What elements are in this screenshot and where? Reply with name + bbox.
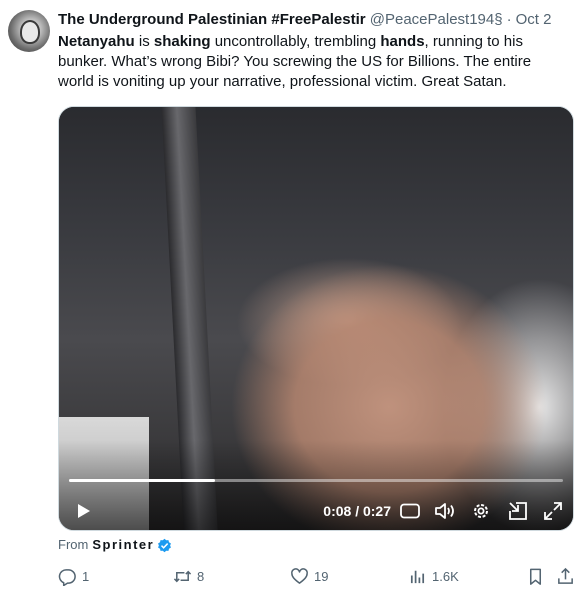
video-player[interactable]: 0:08 / 0:27 bbox=[58, 106, 574, 531]
captions-icon bbox=[400, 503, 420, 519]
source-prefix: From bbox=[58, 537, 89, 552]
source-app-link[interactable]: Sprinter bbox=[92, 536, 154, 554]
tweet-date[interactable]: Oct 2 bbox=[516, 11, 552, 28]
tweet-header: The Underground Palestinian #FreePalesti… bbox=[58, 10, 582, 30]
play-button[interactable] bbox=[71, 499, 95, 523]
settings-button[interactable] bbox=[469, 499, 493, 523]
video-progress-bar[interactable] bbox=[69, 479, 563, 482]
repost-button[interactable]: 8 bbox=[173, 565, 204, 587]
tweet-card: The Underground Palestinian #FreePalesti… bbox=[0, 0, 588, 595]
volume-icon bbox=[435, 503, 454, 519]
author-handle[interactable]: @PeacePalest194§ bbox=[370, 11, 503, 28]
gear-icon bbox=[474, 504, 488, 518]
source-attribution: From Sprinter bbox=[58, 536, 172, 554]
like-count: 19 bbox=[314, 568, 329, 584]
heart-icon bbox=[291, 567, 308, 584]
reply-icon bbox=[58, 568, 76, 586]
tweet-text-part: uncontrollably, trembling bbox=[210, 33, 381, 50]
captions-button[interactable] bbox=[399, 499, 421, 523]
tweet-actions: 1 8 19 1.6K bbox=[58, 565, 578, 587]
reply-button[interactable]: 1 bbox=[58, 565, 89, 587]
tweet-text: Netanyahu is shaking uncontrollably, tre… bbox=[58, 32, 568, 92]
tweet-text-part: is bbox=[134, 33, 154, 50]
repost-count: 8 bbox=[197, 568, 205, 584]
expand-icon bbox=[544, 502, 562, 520]
avatar[interactable] bbox=[8, 10, 50, 52]
bookmark-icon bbox=[529, 568, 542, 585]
avatar-face bbox=[20, 20, 40, 44]
author-name[interactable]: The Underground Palestinian #FreePalesti… bbox=[58, 11, 366, 28]
share-button[interactable] bbox=[556, 565, 580, 587]
views-count: 1.6K bbox=[432, 568, 459, 584]
play-icon bbox=[78, 504, 90, 518]
volume-button[interactable] bbox=[433, 499, 457, 523]
reply-count: 1 bbox=[82, 568, 90, 584]
tweet-text-part[interactable]: hands bbox=[380, 33, 424, 50]
fullscreen-button[interactable] bbox=[541, 499, 565, 523]
separator-dot: · bbox=[506, 11, 512, 28]
picture-in-picture-button[interactable] bbox=[506, 499, 530, 523]
video-progress-fill bbox=[69, 479, 216, 482]
like-button[interactable]: 19 bbox=[290, 565, 328, 587]
bookmark-button[interactable] bbox=[526, 565, 550, 587]
share-icon bbox=[558, 567, 573, 584]
verified-badge-icon bbox=[158, 538, 172, 552]
analytics-icon bbox=[410, 570, 425, 583]
repost-icon bbox=[173, 570, 192, 582]
video-time: 0:08 / 0:27 bbox=[323, 503, 391, 519]
tweet-text-part[interactable]: Netanyahu bbox=[58, 33, 135, 50]
pip-icon bbox=[509, 502, 527, 520]
views-button[interactable]: 1.6K bbox=[408, 565, 459, 587]
tweet-text-part[interactable]: shaking bbox=[154, 33, 211, 50]
